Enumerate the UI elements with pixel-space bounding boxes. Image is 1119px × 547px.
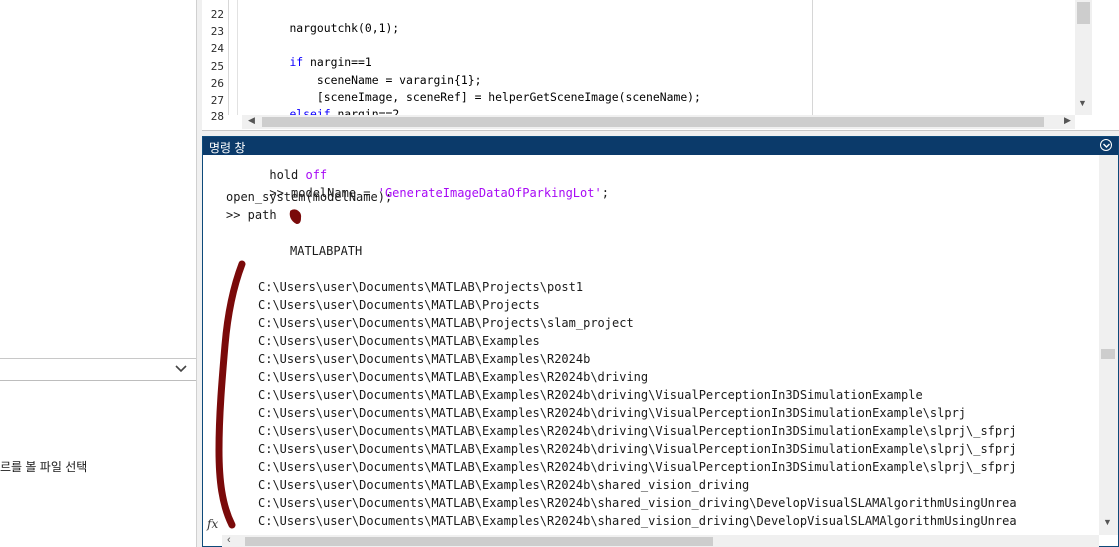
command-output[interactable]: hold off >> modelName = 'GenerateImageDa… xyxy=(222,155,1099,535)
line-number: 23 xyxy=(210,25,224,38)
command-vertical-scroll-thumb[interactable] xyxy=(1101,349,1115,359)
line-number: 26 xyxy=(210,77,224,90)
command-horizontal-scroll-thumb[interactable] xyxy=(245,537,713,546)
path-entry: C:\Users\user\Documents\MATLAB\Projects xyxy=(258,298,540,312)
path-entry: C:\Users\user\Documents\MATLAB\Examples\… xyxy=(258,442,1017,456)
path-heading: MATLABPATH xyxy=(290,244,363,258)
command-line: >> path xyxy=(226,208,284,222)
path-entry: C:\Users\user\Documents\MATLAB\Examples xyxy=(258,334,540,348)
fx-icon[interactable]: fx xyxy=(207,517,218,531)
scroll-right-arrow-icon[interactable]: ▶ xyxy=(1064,115,1071,126)
path-entry: C:\Users\user\Documents\MATLAB\Projects\… xyxy=(258,316,634,330)
path-entry: C:\Users\user\Documents\MATLAB\Examples\… xyxy=(258,514,1017,528)
scroll-down-arrow-icon[interactable]: ▼ xyxy=(1078,98,1087,108)
path-entry: C:\Users\user\Documents\MATLAB\Examples\… xyxy=(258,406,967,420)
command-vertical-scrollbar[interactable] xyxy=(1099,155,1118,535)
line-number: 24 xyxy=(210,42,224,55)
path-entry: C:\Users\user\Documents\MATLAB\Examples\… xyxy=(258,388,923,402)
code-editor[interactable]: 22 23 24 25 26 27 28 nargoutchk(0,1); if… xyxy=(202,0,1119,131)
line-number: 22 xyxy=(210,8,224,21)
line-number: 25 xyxy=(210,60,224,73)
path-entry: C:\Users\user\Documents\MATLAB\Examples\… xyxy=(258,424,1017,438)
code-text: nargoutchk(0,1); xyxy=(289,21,400,35)
command-string: 'GenerateImageDataOfParkingLot' xyxy=(377,186,602,200)
command-text: ; xyxy=(601,186,609,200)
chevron-down-icon[interactable] xyxy=(174,361,188,375)
path-entry: C:\Users\user\Documents\MATLAB\Examples\… xyxy=(258,370,649,384)
path-entry: C:\Users\user\Documents\MATLAB\Examples\… xyxy=(258,460,1017,474)
left-panel: 르를 볼 파일 선택 xyxy=(0,0,196,547)
command-window-title-bar[interactable]: 명령 창 xyxy=(203,137,1118,155)
editor-horizontal-scroll-thumb[interactable] xyxy=(262,117,1044,127)
path-entry: C:\Users\user\Documents\MATLAB\Projects\… xyxy=(258,280,584,294)
right-edge-guide xyxy=(812,0,813,115)
command-window-title: 명령 창 xyxy=(209,141,246,155)
scroll-left-arrow-icon[interactable]: ‹ xyxy=(227,534,231,546)
command-window-menu-icon[interactable] xyxy=(1100,139,1112,151)
path-entry: C:\Users\user\Documents\MATLAB\Examples\… xyxy=(258,496,1017,510)
editor-vertical-scroll-thumb[interactable] xyxy=(1077,2,1090,24)
path-entry: C:\Users\user\Documents\MATLAB\Examples\… xyxy=(258,352,591,366)
details-placeholder-text: 르를 볼 파일 선택 xyxy=(0,460,88,474)
details-panel: 르를 볼 파일 선택 xyxy=(0,381,196,547)
path-entry: C:\Users\user\Documents\MATLAB\Examples\… xyxy=(258,478,750,492)
file-browser-area[interactable] xyxy=(0,0,196,358)
scroll-down-arrow-icon[interactable]: ▼ xyxy=(1103,517,1112,527)
command-window[interactable]: 명령 창 hold off >> modelName = 'GenerateIm… xyxy=(202,136,1119,547)
command-line: open_system(modelName); xyxy=(226,190,393,204)
fold-margin[interactable] xyxy=(229,0,238,115)
line-number-gutter: 22 23 24 25 26 27 28 xyxy=(202,0,229,123)
line-number: 28 xyxy=(210,110,224,123)
details-panel-header[interactable] xyxy=(0,359,196,381)
scroll-left-arrow-icon[interactable]: ◀ xyxy=(248,115,255,126)
line-number: 27 xyxy=(210,94,224,107)
